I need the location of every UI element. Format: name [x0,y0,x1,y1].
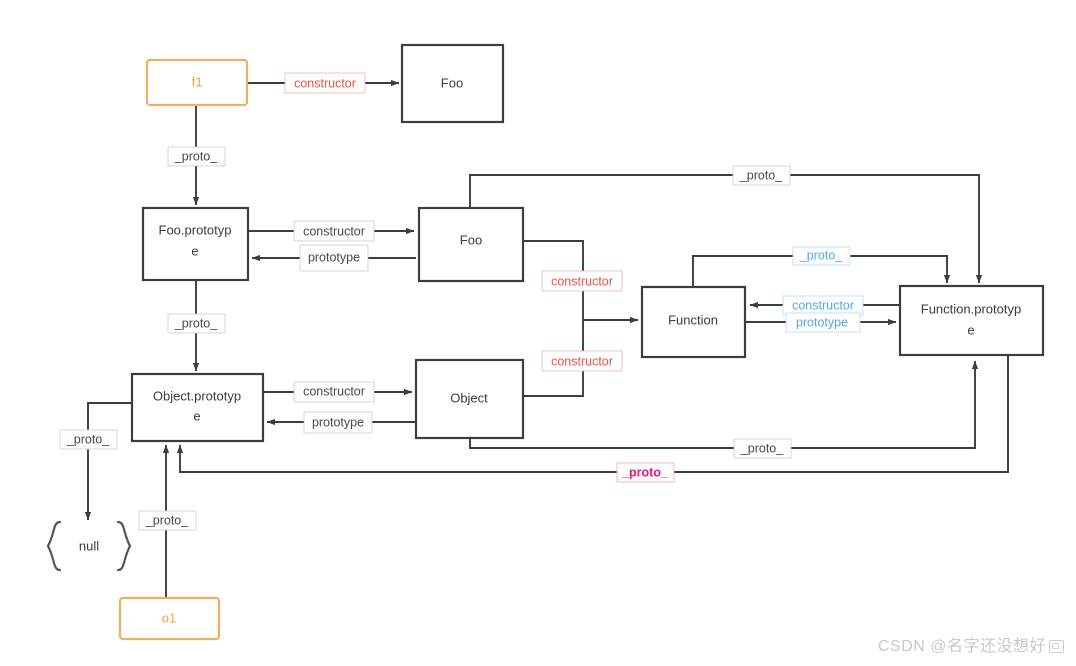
node-foo-mid[interactable]: Foo [417,206,525,283]
edge-object-proto-to-functionprototype [469,360,979,449]
node-foo-prototype[interactable]: Foo.prototyp e [141,206,250,282]
node-object-label: Object [450,390,488,405]
edge-label-foo-proto-to-functionprototype: _proto_ [732,165,791,186]
edge-label-f1-to-foo: constructor [284,72,366,94]
node-null: null [46,520,132,572]
edge-label-object-proto-to-functionprototype: _proto_ [733,438,792,459]
node-function[interactable]: Function [640,285,747,359]
node-function-prototype[interactable]: Function.prototyp e [898,284,1045,357]
edge-label-foo-prototype-text: prototype [308,250,360,264]
node-function-prototype-label-line1: Function.prototyp [921,301,1021,316]
node-null-label: null [79,538,99,553]
edge-label-f1-proto: _proto_ [167,146,226,167]
edge-label-objectprototype-to-null-text: _proto_ [66,432,110,446]
node-foo-mid-label: Foo [460,232,482,247]
node-object-prototype-label-line1: Object.prototyp [153,388,241,403]
edge-label-fooprototype-constructor: constructor [293,220,375,242]
edge-label-functionprototype-proto-to-objectprototype: _proto_ [616,462,675,483]
edge-foo-proto-to-functionprototype [469,174,983,284]
edge-label-objectprototype-constructor-text: constructor [303,384,365,398]
edge-label-function-proto-self: _proto_ [792,246,851,266]
edge-label-functionprototype-proto-to-objectprototype-text: _proto_ [621,465,669,479]
node-o1-label: o1 [162,610,176,625]
node-f1-label: f1 [192,74,203,89]
node-object-prototype-label-line2: e [193,408,200,423]
edge-label-functionprototype-constructor: constructor [782,295,864,316]
edge-label-f1-proto-text: _proto_ [174,149,218,163]
edge-label-function-prototype: prototype [785,312,861,333]
watermark-camera-icon [1049,640,1064,654]
node-foo-top-label: Foo [441,75,463,90]
watermark: CSDN @名字还没想好 [878,632,1064,656]
edge-label-object-proto-to-functionprototype-text: _proto_ [740,441,784,455]
node-foo-prototype-label-line2: e [191,243,198,258]
edge-label-function-prototype-text: prototype [796,315,848,329]
edge-label-object-constructor-function-text: constructor [551,354,613,368]
edge-label-foo-constructor-function-text: constructor [551,274,613,288]
edge-objectprototype-to-null [84,402,132,521]
edge-label-foo-constructor-function: constructor [541,270,623,292]
edge-label-o1-proto: _proto_ [138,510,197,531]
watermark-text: CSDN @名字还没想好 [877,638,1046,655]
edge-label-fooprototype-constructor-text: constructor [303,224,365,238]
edge-label-function-proto-self-text: _proto_ [799,248,843,262]
node-foo-top[interactable]: Foo [400,43,505,124]
prototype-chain-diagram: f1 Foo Foo.prototyp e Foo Object.prototy… [46,43,1045,641]
edge-label-f1-to-foo-text: constructor [294,76,356,90]
edge-label-object-prototype-text: prototype [312,415,364,429]
edge-label-object-constructor-function: constructor [541,350,623,372]
edge-label-fooprototype-proto: _proto_ [167,313,226,334]
edge-label-foo-proto-to-functionprototype-text: _proto_ [739,168,783,182]
node-object[interactable]: Object [414,358,525,440]
node-foo-prototype-label-line1: Foo.prototyp [159,222,232,237]
edge-label-objectprototype-constructor: constructor [293,381,375,403]
node-f1[interactable]: f1 [145,58,249,107]
edge-label-fooprototype-proto-text: _proto_ [174,316,218,330]
node-function-prototype-label-line2: e [967,322,974,337]
edge-label-functionprototype-constructor-text: constructor [792,298,854,312]
edge-label-o1-proto-text: _proto_ [145,513,189,527]
edge-label-object-prototype: prototype [303,411,373,434]
node-object-prototype[interactable]: Object.prototyp e [130,372,265,443]
edge-label-objectprototype-to-null: _proto_ [59,429,118,450]
edge-label-foo-prototype: prototype [299,244,369,272]
node-function-label: Function [668,312,718,327]
node-o1[interactable]: o1 [118,596,221,641]
